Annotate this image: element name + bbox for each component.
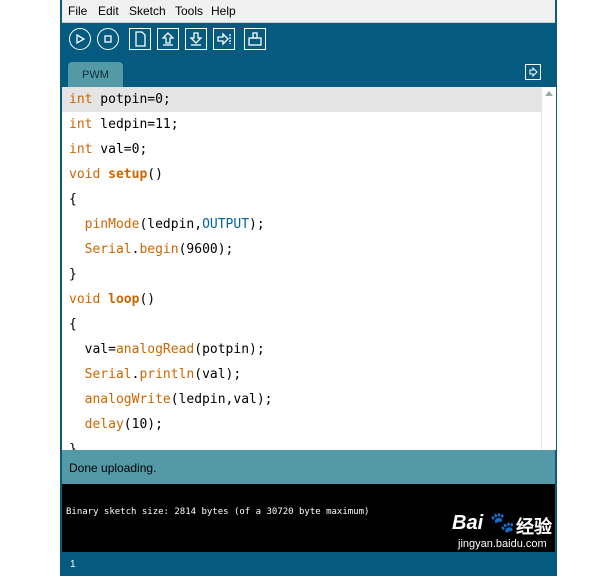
code-line: int val=0;: [69, 142, 148, 157]
editor-scrollbar[interactable]: [541, 87, 556, 450]
code-line: {: [69, 317, 77, 332]
status-bar: Done uploading.: [62, 450, 555, 484]
paw-icon: 🐾: [490, 512, 515, 534]
open-arrow-up-icon: [161, 32, 175, 46]
tab-menu-button[interactable]: [525, 64, 541, 80]
console-text: Binary sketch size: 2814 bytes (of a 307…: [66, 507, 370, 517]
arrow-right-icon: [529, 67, 538, 77]
code-editor[interactable]: int potpin=0; int ledpin=11; int val=0; …: [62, 87, 541, 450]
scroll-up-icon[interactable]: [545, 91, 553, 96]
code-line: pinMode(ledpin,OUTPUT);: [84, 217, 265, 232]
serial-monitor-button[interactable]: [244, 28, 266, 50]
menu-sketch[interactable]: Sketch: [129, 4, 166, 18]
menu-file[interactable]: File: [68, 4, 87, 18]
watermark-brand-cn: 经验: [516, 517, 552, 537]
menu-tools[interactable]: Tools: [175, 4, 203, 18]
watermark-brand: Bai: [452, 512, 484, 534]
tab-bar: PWM: [62, 58, 555, 87]
code-line: {: [69, 192, 77, 207]
code-line: val=analogRead(potpin);: [69, 342, 265, 357]
arduino-ide-window: File Edit Sketch Tools Help PWM int potp…: [60, 0, 557, 576]
save-arrow-down-icon: [189, 32, 203, 46]
code-line: int ledpin=11;: [69, 117, 179, 132]
code-line: }: [69, 267, 77, 282]
code-line: Serial.begin(9600);: [84, 242, 234, 257]
baidu-watermark: Bai 🐾 经验 jingyan.baidu.com: [452, 512, 562, 552]
save-button[interactable]: [185, 28, 207, 50]
upload-arrow-right-icon: [217, 32, 231, 46]
code-line: }: [69, 442, 77, 450]
tab-pwm[interactable]: PWM: [68, 62, 123, 87]
menu-help[interactable]: Help: [211, 4, 236, 18]
code-line: delay(10);: [84, 417, 163, 432]
play-icon: [76, 34, 85, 44]
menu-edit[interactable]: Edit: [98, 4, 119, 18]
toolbar: [62, 23, 555, 58]
code-line: Serial.println(val);: [84, 367, 242, 382]
verify-button[interactable]: [69, 28, 91, 50]
serial-monitor-icon: [248, 32, 262, 46]
line-number: 1: [70, 559, 76, 570]
stop-button[interactable]: [97, 28, 119, 50]
menu-bar: File Edit Sketch Tools Help: [62, 0, 555, 23]
open-button[interactable]: [157, 28, 179, 50]
new-button[interactable]: [129, 28, 151, 50]
new-file-icon: [135, 31, 146, 47]
code-line: analogWrite(ledpin,val);: [84, 392, 273, 407]
upload-button[interactable]: [213, 28, 235, 50]
footer-bar: 1: [62, 552, 555, 576]
status-message: Done uploading.: [69, 461, 157, 475]
stop-icon: [104, 35, 112, 43]
code-line: int potpin=0;: [62, 87, 541, 112]
code-line: void loop(): [69, 292, 156, 307]
code-line: void setup(): [69, 167, 163, 182]
watermark-url: jingyan.baidu.com: [458, 538, 547, 550]
